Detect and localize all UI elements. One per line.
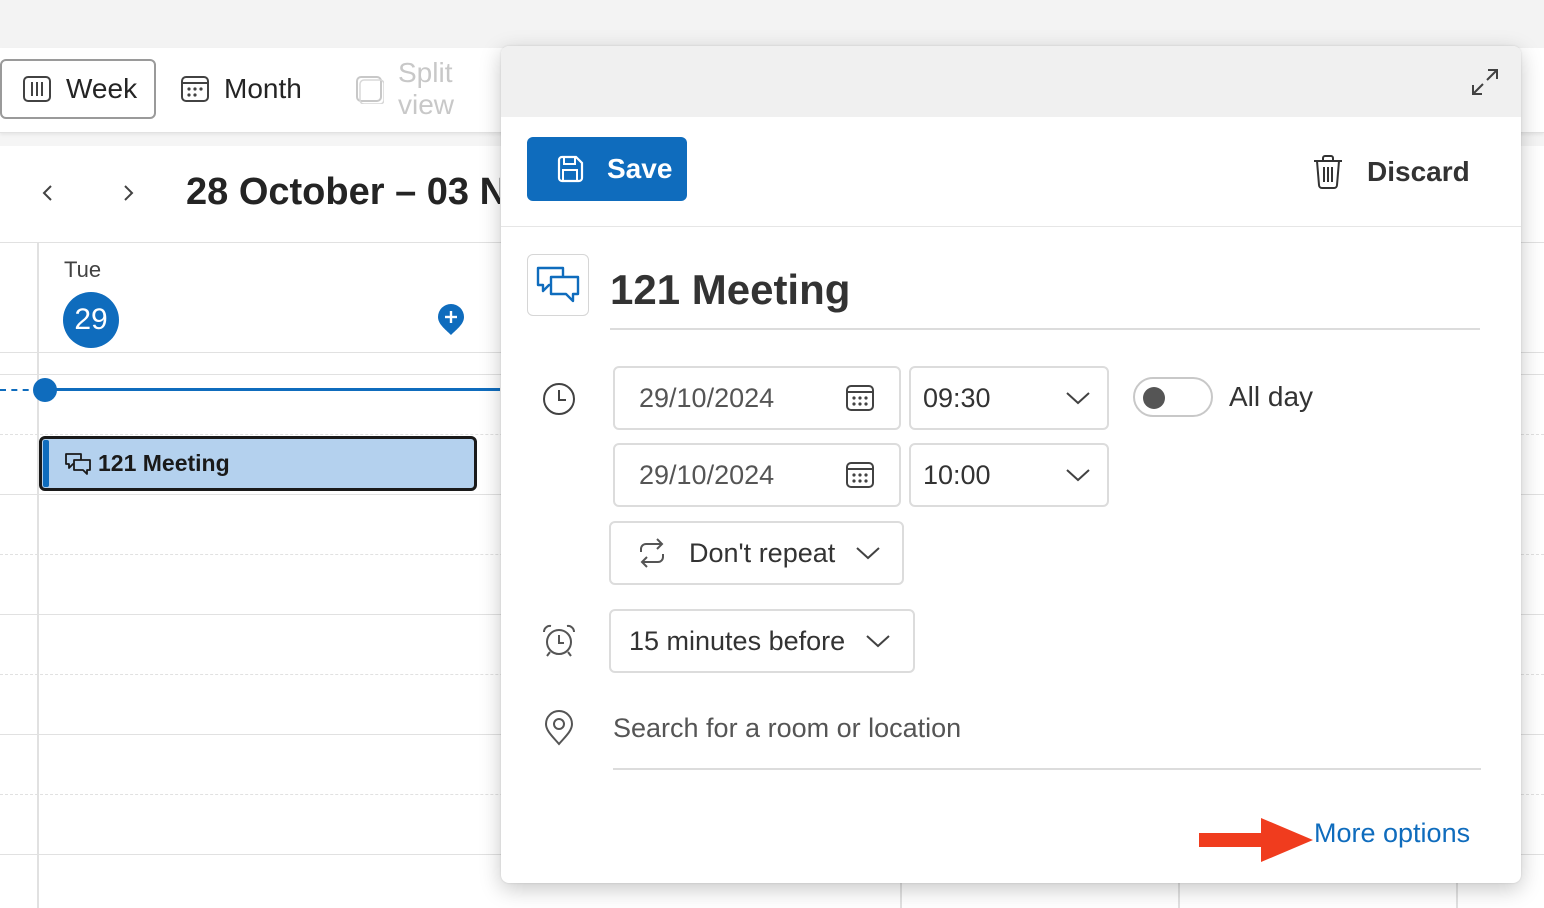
split-view-icon <box>354 74 384 104</box>
date-range-title: 28 October – 03 November 2024 <box>186 171 500 213</box>
end-time-value: 10:00 <box>923 459 991 490</box>
current-time-dot <box>33 378 57 402</box>
day-number-badge[interactable]: 29 <box>63 292 119 348</box>
repeat-value: Don't repeat <box>689 537 836 568</box>
day-name: Tue <box>64 257 102 282</box>
repeat-dropdown[interactable]: Don't repeat <box>609 521 904 585</box>
expand-button[interactable] <box>1469 66 1501 98</box>
alarm-icon <box>541 623 577 659</box>
clock-icon <box>541 381 577 417</box>
day-column-divider <box>37 242 39 908</box>
more-options-link[interactable]: More options <box>1314 818 1470 849</box>
split-view-button[interactable]: Split view <box>354 59 500 119</box>
reminder-dropdown[interactable]: 15 minutes before <box>609 609 915 673</box>
calendar-icon[interactable] <box>845 383 875 413</box>
end-date-value: 29/10/2024 <box>639 459 775 490</box>
save-button[interactable]: Save <box>527 137 687 201</box>
repeat-icon <box>635 538 669 568</box>
add-event-icon <box>438 304 464 335</box>
start-time-value: 09:30 <box>923 382 991 413</box>
chevron-down-icon <box>1065 390 1091 406</box>
week-view-label: Week <box>66 73 138 104</box>
expand-icon <box>1472 69 1498 95</box>
location-search-input[interactable]: Search for a room or location <box>613 706 1481 770</box>
start-time-dropdown[interactable]: 09:30 <box>909 366 1109 430</box>
add-event-button[interactable] <box>436 303 466 337</box>
all-day-toggle[interactable] <box>1133 377 1213 417</box>
all-day-toggle-knob <box>1143 387 1165 409</box>
chevron-down-icon <box>1065 467 1091 483</box>
event-accent-bar <box>43 440 49 487</box>
popup-header <box>501 46 1521 117</box>
chevron-left-icon <box>42 185 52 201</box>
split-view-clip: Split view <box>340 59 500 119</box>
previous-week-button[interactable] <box>36 178 60 208</box>
chevron-down-icon <box>865 633 891 649</box>
month-view-button[interactable]: Month <box>180 59 302 119</box>
popup-pointer <box>478 446 502 490</box>
event-type-button[interactable] <box>527 254 589 316</box>
event-card-title: 121 Meeting <box>98 450 230 476</box>
chat-icon <box>536 266 580 303</box>
discard-button[interactable]: Discard <box>1311 154 1470 190</box>
calendar-icon[interactable] <box>845 460 875 490</box>
date-range-clip: 28 October – 03 November 2024 <box>186 164 500 220</box>
next-week-button[interactable] <box>116 178 140 208</box>
all-day-label: All day <box>1229 381 1314 412</box>
trash-icon <box>1311 154 1345 190</box>
discard-label: Discard <box>1367 156 1470 187</box>
event-editor-popup: Save Discard 121 Meeting 29/10/2024 09:3… <box>501 46 1521 883</box>
week-view-button[interactable]: Week <box>0 59 156 119</box>
month-view-label: Month <box>224 73 302 104</box>
week-icon <box>22 74 52 104</box>
start-date-value: 29/10/2024 <box>639 382 775 413</box>
end-time-dropdown[interactable]: 10:00 <box>909 443 1109 507</box>
chevron-right-icon <box>124 185 134 201</box>
reminder-value: 15 minutes before <box>629 625 846 656</box>
arrow-annotation <box>1199 818 1313 862</box>
month-icon <box>180 74 210 104</box>
event-card[interactable]: 121 Meeting <box>39 436 477 491</box>
chat-icon <box>64 452 92 476</box>
event-title-input[interactable]: 121 Meeting <box>610 258 1480 330</box>
current-time-line <box>44 388 500 391</box>
chevron-down-icon <box>855 545 881 561</box>
toolbar-divider <box>501 226 1521 227</box>
split-view-label: Split view <box>398 59 455 119</box>
app-top-bar <box>0 0 1544 48</box>
end-date-input[interactable]: 29/10/2024 <box>613 443 901 507</box>
start-date-input[interactable]: 29/10/2024 <box>613 366 901 430</box>
location-icon <box>541 710 577 746</box>
save-label: Save <box>607 153 673 184</box>
save-icon <box>555 154 585 184</box>
